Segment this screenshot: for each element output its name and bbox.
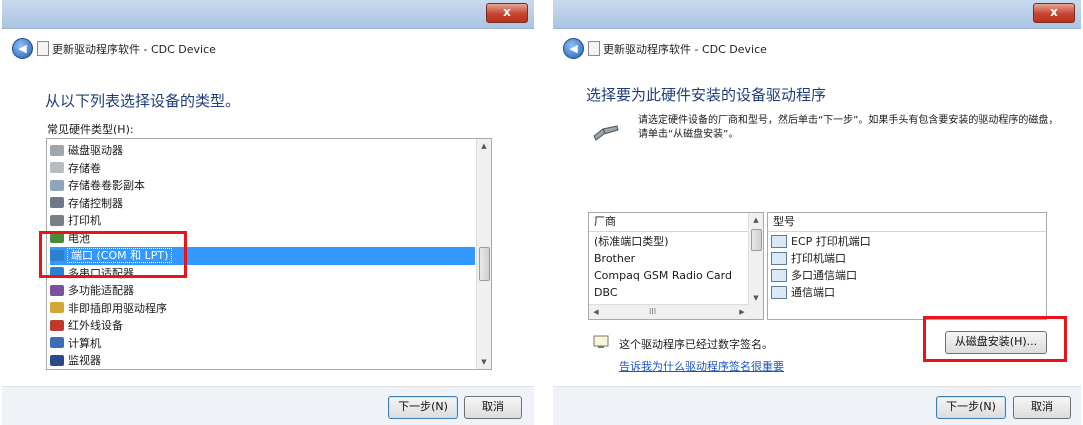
scroll-down-icon[interactable]: ▼ (749, 291, 763, 305)
cancel-button[interactable]: 取消 (464, 396, 522, 419)
wizard-nav: ◀ 更新驱动程序软件 - CDC Device (553, 29, 1081, 67)
port-icon (771, 234, 787, 248)
list-item-label: 监视器 (68, 354, 101, 367)
list-item-label: 磁盘驱动器 (68, 144, 123, 157)
list-item-label: 计算机 (68, 336, 101, 350)
highlight-box-have-disk (923, 316, 1067, 362)
instruction-text: 请选定硬件设备的厂商和型号，然后单击“下一步”。如果手头有包含要安装的驱动程序的… (638, 115, 1059, 140)
model-item-label: ECP 打印机端口 (791, 235, 871, 248)
page-heading: 选择要为此硬件安装的设备驱动程序 (586, 86, 827, 104)
manufacturer-header: 厂商 (589, 213, 763, 232)
list-item-label: 存储控制器 (68, 196, 123, 210)
driver-document-icon (588, 41, 600, 56)
model-item[interactable]: 通信端口 (771, 284, 1030, 302)
driver-document-icon (37, 41, 49, 56)
signed-status-text: 这个驱动程序已经过数字签名。 (619, 338, 773, 351)
list-item-label: 红外线设备 (68, 319, 123, 332)
signed-driver-icon (593, 335, 609, 348)
list-item[interactable]: 监视器 (50, 352, 475, 369)
list-item-label: 多功能适配器 (68, 284, 134, 297)
button-bar: 下一步(N) 取消 (2, 386, 534, 425)
list-item-label: 存储卷 (68, 161, 101, 175)
list-item[interactable]: 多功能适配器 (50, 282, 475, 300)
port-icon (771, 268, 787, 282)
manufacturer-item[interactable]: Compaq GSM Radio Card (594, 267, 747, 285)
driver-signing-link[interactable]: 告诉我为什么驱动程序签名很重要 (619, 358, 784, 374)
manufacturer-item[interactable]: DBC (594, 284, 747, 302)
list-item-label: 存储卷卷影副本 (68, 179, 145, 192)
list-label: 常见硬件类型(H): (47, 123, 134, 136)
list-item-label: 打印机 (68, 214, 101, 227)
model-item-label: 打印机端口 (791, 252, 846, 265)
list-item[interactable]: 存储卷 (50, 160, 475, 178)
back-arrow-icon[interactable]: ◀ (563, 38, 584, 59)
scroll-left-icon[interactable]: ◀ (589, 305, 603, 319)
computer-icon (50, 337, 64, 348)
manufacturer-item[interactable]: (标准端口类型) (594, 233, 747, 251)
multifunction-icon (50, 284, 64, 296)
hscroll-grip: III (649, 307, 657, 316)
list-item[interactable]: 红外线设备 (50, 317, 475, 335)
port-icon (771, 285, 787, 299)
highlight-box-port (39, 231, 187, 278)
list-item[interactable]: 计算机 (50, 335, 475, 353)
wizard-nav: ◀ 更新驱动程序软件 - CDC Device (2, 29, 534, 67)
button-bar: 下一步(N) 取消 (553, 386, 1081, 425)
model-header: 型号 (768, 213, 1046, 232)
hardware-device-icon (593, 125, 619, 141)
next-button[interactable]: 下一步(N) (936, 396, 1006, 419)
storage-controller-icon (50, 197, 64, 208)
title-bar[interactable]: x (2, 0, 534, 29)
disk-drive-icon (50, 144, 64, 156)
scroll-thumb[interactable] (479, 247, 490, 281)
model-item[interactable]: 打印机端口 (771, 250, 1030, 268)
shadow-copy-icon (50, 179, 64, 191)
back-arrow-icon[interactable]: ◀ (12, 38, 33, 59)
port-icon (771, 251, 787, 265)
scroll-right-icon[interactable]: ▶ (735, 305, 749, 319)
manufacturer-vscroll[interactable]: ▲ ▼ (748, 213, 763, 319)
scroll-thumb[interactable] (751, 229, 762, 251)
model-item-label: 多口通信端口 (791, 269, 857, 282)
model-list[interactable]: 型号 ECP 打印机端口 打印机端口多口通信端口 通信端口 (767, 212, 1047, 320)
list-item[interactable]: 打印机 (50, 212, 475, 230)
model-item[interactable]: 多口通信端口 (771, 267, 1030, 285)
manufacturer-hscroll[interactable]: ◀ III ▶ (589, 304, 749, 319)
page-heading: 从以下列表选择设备的类型。 (45, 92, 241, 110)
scroll-up-icon[interactable]: ▲ (749, 213, 763, 227)
list-item[interactable]: 存储控制器 (50, 195, 475, 213)
list-item-label: 非即插即用驱动程序 (68, 301, 167, 315)
scroll-up-icon[interactable]: ▲ (477, 139, 491, 153)
storage-volume-icon (50, 162, 64, 173)
wizard-title: 更新驱动程序软件 - CDC Device (603, 43, 767, 56)
printer-icon (50, 214, 64, 226)
title-bar[interactable]: x (553, 0, 1081, 29)
non-pnp-icon (50, 302, 64, 313)
vertical-scrollbar[interactable]: ▲ ▼ (476, 139, 491, 369)
close-button[interactable]: x (486, 3, 528, 23)
list-item[interactable]: 非即插即用驱动程序 (50, 300, 475, 318)
manufacturer-item[interactable]: Brother (594, 250, 747, 268)
hardware-type-window: x ◀ 更新驱动程序软件 - CDC Device 从以下列表选择设备的类型。 … (2, 0, 534, 425)
scroll-down-icon[interactable]: ▼ (477, 355, 491, 369)
list-item[interactable]: 存储卷卷影副本 (50, 177, 475, 195)
monitor-icon (50, 354, 64, 366)
model-item[interactable]: ECP 打印机端口 (771, 233, 1030, 251)
select-driver-window: x ◀ 更新驱动程序软件 - CDC Device 选择要为此硬件安装的设备驱动… (553, 0, 1081, 425)
manufacturer-list[interactable]: 厂商 (标准端口类型) Brother Compaq GSM Radio Card D… (588, 212, 764, 320)
infrared-icon (50, 319, 64, 331)
list-item[interactable]: 磁盘驱动器 (50, 142, 475, 160)
close-button[interactable]: x (1033, 3, 1075, 23)
next-button[interactable]: 下一步(N) (388, 396, 458, 419)
cancel-button[interactable]: 取消 (1013, 396, 1071, 419)
wizard-title: 更新驱动程序软件 - CDC Device (52, 43, 216, 56)
model-item-label: 通信端口 (791, 286, 835, 299)
